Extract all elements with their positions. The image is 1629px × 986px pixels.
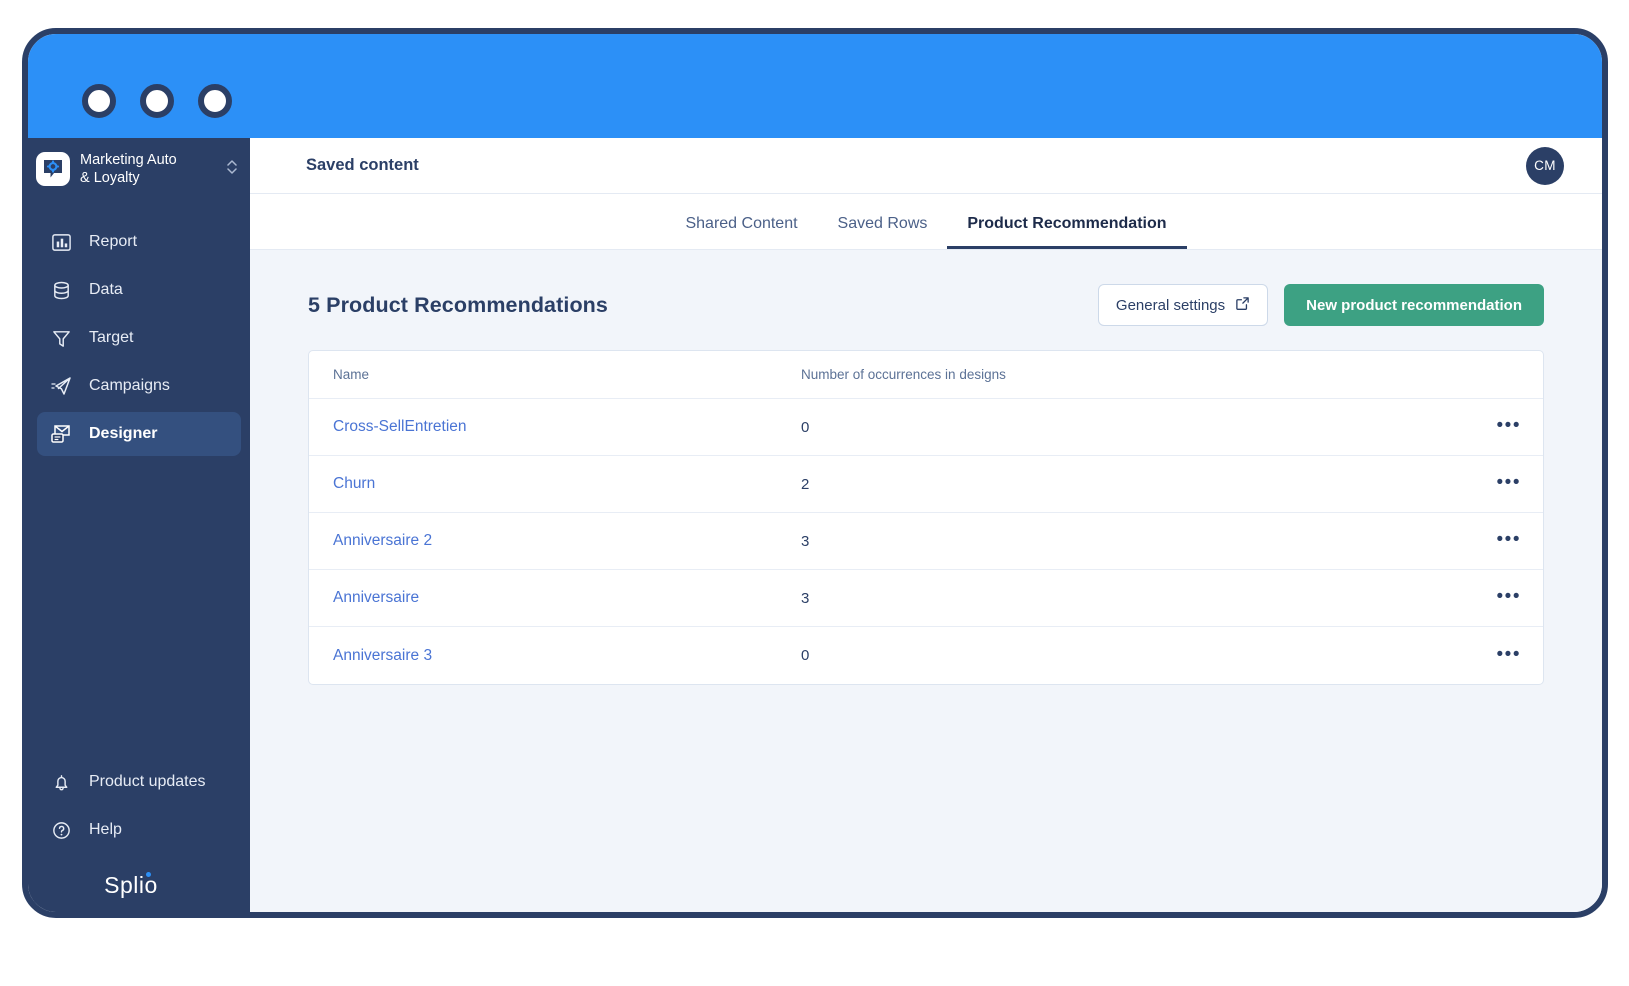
general-settings-label: General settings [1115,296,1226,314]
recommendation-occurrences: 0 [801,647,810,664]
window-titlebar [28,34,1602,138]
gear-bubble-icon [36,152,70,186]
logo-dot [146,872,151,877]
column-header-occurrences: Number of occurrences in designs [801,367,1006,382]
ellipsis-horizontal-icon[interactable]: ••• [1497,587,1521,606]
bell-icon [50,771,72,793]
page-title: Saved content [306,156,419,174]
sidebar-item-campaigns[interactable]: Campaigns [37,364,241,408]
tab-saved-rows[interactable]: Saved Rows [818,214,948,249]
window-dot-2[interactable] [140,84,174,118]
table-row[interactable]: Anniversaire 3 ••• [309,570,1543,627]
external-link-icon [1235,296,1250,315]
sidebar-footer-nav: Product updates Help [28,760,250,852]
content-header: 5 Product Recommendations General settin… [308,284,1544,326]
ellipsis-horizontal-icon[interactable]: ••• [1497,530,1521,549]
sidebar-item-label: Designer [89,425,158,442]
table-row[interactable]: Anniversaire 3 0 ••• [309,627,1543,684]
paper-plane-icon [50,375,72,397]
recommendation-name-link[interactable]: Anniversaire 3 [333,647,432,664]
workspace-name: Marketing Auto & Loyalty [80,152,177,186]
tabs-bar: Shared Content Saved Rows Product Recomm… [250,194,1602,250]
bar-chart-icon [50,231,72,253]
app-window-frame: Marketing Auto & Loyalty Report Data Tar… [22,28,1608,918]
question-circle-icon [50,819,72,841]
workspace-switcher[interactable]: Marketing Auto & Loyalty [28,138,250,200]
window-dot-1[interactable] [82,84,116,118]
sidebar-item-label: Campaigns [89,377,170,394]
ellipsis-horizontal-icon[interactable]: ••• [1497,416,1521,435]
new-recommendation-label: New product recommendation [1306,296,1522,314]
column-header-name: Name [333,367,370,382]
recommendations-heading: 5 Product Recommendations [308,292,608,317]
envelope-design-icon [50,423,72,445]
sidebar-item-label: Data [89,281,123,298]
recommendation-name-link[interactable]: Cross-SellEntretien [333,418,467,435]
ellipsis-horizontal-icon[interactable]: ••• [1497,645,1521,664]
table-header-row: Name Number of occurrences in designs [309,351,1543,399]
general-settings-button[interactable]: General settings [1097,284,1269,326]
sidebar-item-designer[interactable]: Designer [37,412,241,456]
table-row[interactable]: Anniversaire 2 3 ••• [309,513,1543,570]
window-dot-3[interactable] [198,84,232,118]
sidebar-item-label: Help [89,821,122,838]
recommendation-name-link[interactable]: Churn [333,475,375,492]
recommendations-table: Name Number of occurrences in designs Cr… [308,350,1544,685]
sidebar-item-label: Target [89,329,134,346]
funnel-icon [50,327,72,349]
avatar[interactable]: CM [1526,146,1564,185]
chevron-updown-icon[interactable] [226,157,238,182]
recommendation-name-link[interactable]: Anniversaire [333,589,419,606]
recommendation-occurrences: 0 [801,418,810,436]
table-row[interactable]: Cross-SellEntretien 0 ••• [309,399,1543,456]
content-panel: 5 Product Recommendations General settin… [250,250,1602,912]
sidebar-nav: Report Data Target Campaigns Designer [28,220,250,456]
database-icon [50,279,72,301]
sidebar-item-label: Report [89,233,138,250]
sidebar-item-product-updates[interactable]: Product updates [37,760,241,804]
tab-shared-content[interactable]: Shared Content [665,214,817,249]
recommendation-name-link[interactable]: Anniversaire 2 [333,532,432,549]
table-row[interactable]: Churn 2 ••• [309,456,1543,513]
main-area: Saved content CM Shared Content Saved Ro… [250,138,1602,912]
sidebar-item-help[interactable]: Help [37,808,241,852]
sidebar: Marketing Auto & Loyalty Report Data Tar… [28,138,250,912]
page-topbar: Saved content CM [250,138,1602,194]
recommendation-occurrences: 3 [801,589,810,607]
window-controls [82,84,232,118]
tab-product-recommendation[interactable]: Product Recommendation [947,214,1187,249]
new-product-recommendation-button[interactable]: New product recommendation [1284,284,1544,326]
ellipsis-horizontal-icon[interactable]: ••• [1497,473,1521,492]
sidebar-item-target[interactable]: Target [37,316,241,360]
sidebar-item-label: Product updates [89,773,206,790]
recommendation-occurrences: 3 [801,532,810,550]
sidebar-item-report[interactable]: Report [37,220,241,264]
sidebar-item-data[interactable]: Data [37,268,241,312]
recommendation-occurrences: 2 [801,475,810,493]
splio-logo: Splio [28,852,250,912]
